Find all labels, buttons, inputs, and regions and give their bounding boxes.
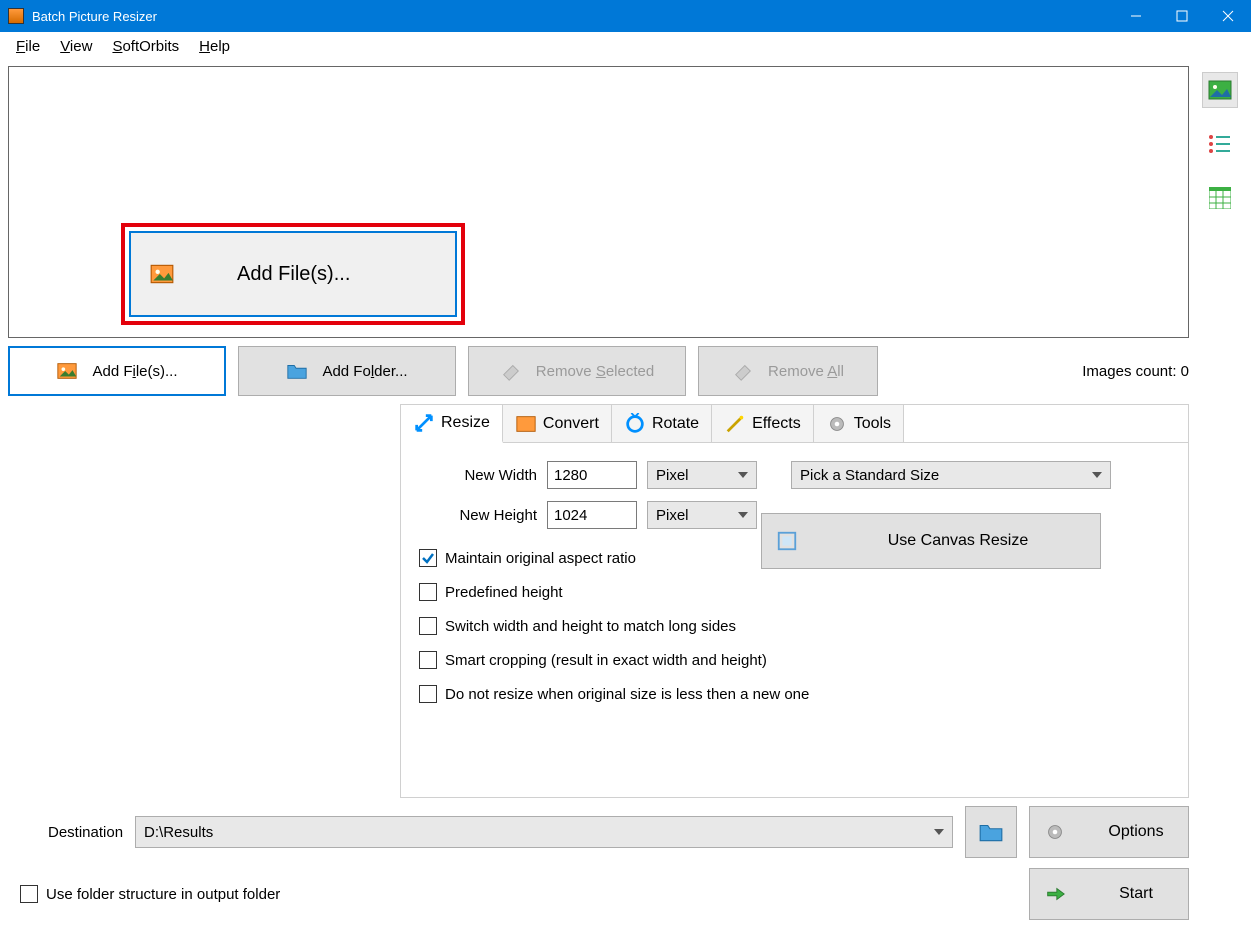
app-icon <box>8 8 24 24</box>
list-icon <box>1208 134 1232 154</box>
toolbar: Add File(s)... Add Folder... Remove Sele… <box>8 346 1189 396</box>
chk-switch[interactable] <box>419 617 437 635</box>
chk-predefined[interactable] <box>419 583 437 601</box>
bottom-bar: Destination D:\Results Options Use folde… <box>8 806 1189 920</box>
new-height-input[interactable] <box>547 501 637 529</box>
height-unit-select[interactable]: Pixel <box>647 501 757 529</box>
remove-selected-label: Remove Selected <box>536 363 654 380</box>
view-grid-button[interactable] <box>1202 180 1238 216</box>
add-folder-button[interactable]: Add Folder... <box>238 346 456 396</box>
new-width-label: New Width <box>419 467 537 484</box>
new-width-input[interactable] <box>547 461 637 489</box>
tab-resize-content: New Width Pixel New Height Pixel Pick a … <box>401 443 1188 737</box>
new-height-label: New Height <box>419 507 537 524</box>
tabs: Resize Convert Rotate Effects <box>401 405 1188 443</box>
menu-view[interactable]: View <box>50 36 102 57</box>
menu-file[interactable]: File <box>6 36 50 57</box>
destination-label: Destination <box>48 824 123 841</box>
view-list-button[interactable] <box>1202 126 1238 162</box>
tab-convert[interactable]: Convert <box>503 405 612 442</box>
remove-selected-button: Remove Selected <box>468 346 686 396</box>
view-mode-sidebar <box>1197 66 1243 920</box>
options-button[interactable]: Options <box>1029 806 1189 858</box>
eraser-icon <box>500 360 522 382</box>
gear-icon <box>1044 821 1066 843</box>
settings-panel: Resize Convert Rotate Effects <box>400 404 1189 798</box>
menu-help[interactable]: Help <box>189 36 240 57</box>
maximize-button[interactable] <box>1159 0 1205 32</box>
add-folder-label: Add Folder... <box>322 363 407 380</box>
picture-icon <box>56 360 78 382</box>
rotate-icon <box>624 413 646 435</box>
chk-aspect[interactable] <box>419 549 437 567</box>
tab-rotate[interactable]: Rotate <box>612 405 712 442</box>
chk-smart[interactable] <box>419 651 437 669</box>
standard-size-select[interactable]: Pick a Standard Size <box>791 461 1111 489</box>
minimize-button[interactable] <box>1113 0 1159 32</box>
chk-noresize[interactable] <box>419 685 437 703</box>
remove-all-button: Remove All <box>698 346 878 396</box>
view-thumbnails-button[interactable] <box>1202 72 1238 108</box>
width-unit-select[interactable]: Pixel <box>647 461 757 489</box>
folder-open-icon <box>978 819 1004 845</box>
add-files-label: Add File(s)... <box>92 363 177 380</box>
addfile-highlight: Add File(s)... <box>121 223 465 325</box>
browse-folder-button[interactable] <box>965 806 1017 858</box>
chk-folder-structure[interactable] <box>20 885 38 903</box>
start-button[interactable]: Start <box>1029 868 1189 920</box>
tab-tools[interactable]: Tools <box>814 405 904 442</box>
grid-icon <box>1209 187 1231 209</box>
remove-all-label: Remove All <box>768 363 844 380</box>
add-files-big-label: Add File(s)... <box>237 263 350 286</box>
wand-icon <box>724 413 746 435</box>
play-icon <box>1044 883 1066 905</box>
eraser-icon <box>732 360 754 382</box>
gear-icon <box>826 413 848 435</box>
tab-effects[interactable]: Effects <box>712 405 814 442</box>
thumbnail-icon <box>1208 80 1232 100</box>
picture-icon <box>149 261 175 287</box>
convert-icon <box>515 413 537 435</box>
preview-area: Add File(s)... <box>8 66 1189 338</box>
titlebar: Batch Picture Resizer <box>0 0 1251 32</box>
resize-icon <box>413 412 435 434</box>
add-files-big-button[interactable]: Add File(s)... <box>129 231 457 317</box>
add-files-button[interactable]: Add File(s)... <box>8 346 226 396</box>
tab-resize[interactable]: Resize <box>401 405 503 443</box>
menu-softorbits[interactable]: SoftOrbits <box>102 36 189 57</box>
close-button[interactable] <box>1205 0 1251 32</box>
folder-icon <box>286 360 308 382</box>
destination-select[interactable]: D:\Results <box>135 816 953 848</box>
menubar: File View SoftOrbits Help <box>0 32 1251 60</box>
window-title: Batch Picture Resizer <box>32 9 1113 24</box>
canvas-icon <box>776 530 798 552</box>
canvas-resize-button[interactable]: Use Canvas Resize <box>761 513 1101 569</box>
images-count: Images count: 0 <box>1082 363 1189 380</box>
